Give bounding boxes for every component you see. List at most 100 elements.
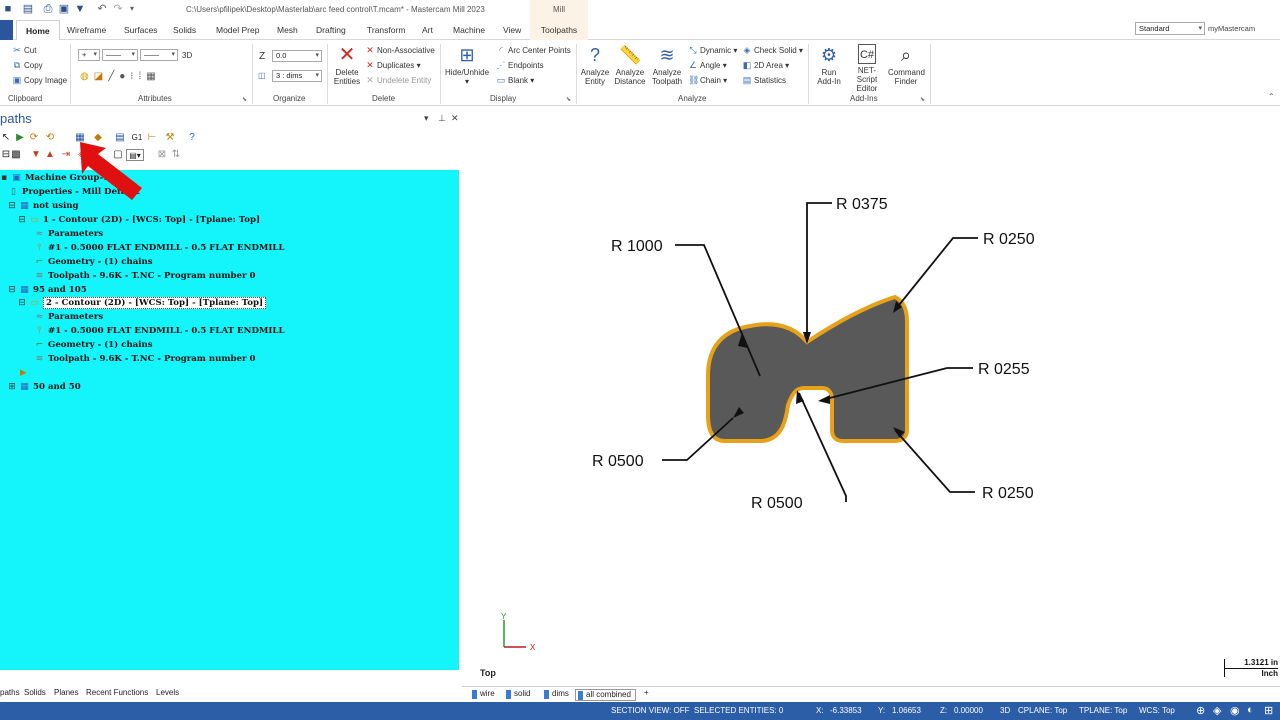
sheet-dims[interactable]: dims (542, 689, 569, 701)
regenerate-icon[interactable]: ⟳ (28, 132, 40, 144)
display-mode-icon[interactable]: ◉ (1230, 704, 1240, 717)
configuration-select[interactable]: Standard (1135, 22, 1205, 35)
tab-surfaces[interactable]: Surfaces (124, 20, 158, 40)
3d-toggle[interactable]: 3D (182, 51, 192, 60)
attributes-dialog-launcher-icon[interactable]: ⬊ (242, 96, 247, 103)
qat-dropdown-icon[interactable]: ▾ (126, 3, 138, 15)
duplicates-button[interactable]: ✕ Duplicates ▾ (365, 60, 420, 71)
tree-node[interactable]: ≋ Toolpath - 9.6K - T.NC - Program number… (34, 353, 256, 365)
2d-area-button[interactable]: ◧ 2D Area ▾ (742, 60, 789, 71)
open-icon[interactable]: ▤ (22, 3, 34, 15)
globe-icon[interactable]: ⊕ (1196, 704, 1205, 717)
insert-marker-icon[interactable]: ▶ (20, 367, 27, 379)
cut-button[interactable]: ✂ Cut (12, 45, 36, 56)
select-dirty-icon[interactable]: ▶ (14, 132, 26, 144)
tree-node[interactable]: ≈ Parameters (34, 311, 104, 323)
fill-icon[interactable]: ◪ (94, 71, 108, 82)
chain-button[interactable]: ⛓Chain ▾ (688, 75, 727, 86)
hide-unhide-button[interactable]: ⊞ Hide/Unhide ▾ (444, 44, 490, 86)
tab-home[interactable]: Home (16, 20, 60, 41)
add-sheet-button[interactable]: + (644, 688, 649, 697)
copy-image-button[interactable]: ▣ Copy Image (12, 75, 67, 86)
tab-recent-functions[interactable]: Recent Functions (86, 688, 148, 697)
toggle-display-icon[interactable]: ▩ (10, 149, 22, 161)
tab-model-prep[interactable]: Model Prep (216, 20, 259, 40)
tree-node[interactable]: ⊟ ▭ 2 - Contour (2D) - [WCS: Top] - [Tplan… (18, 297, 267, 309)
tree-node[interactable]: ⊟ ▭ 1 - Contour (2D) - [WCS: Top] - [Tplan… (18, 214, 260, 226)
tree-node[interactable]: ⫯ #1 - 0.5000 FLAT ENDMILL - 0.5 FLAT END… (34, 325, 285, 337)
wrench-icon[interactable]: ⚒ (164, 132, 176, 144)
sort-icon[interactable]: ⇅ (170, 149, 182, 161)
analyze-distance-button[interactable]: 📏 Analyze Distance (612, 44, 648, 86)
tab-drafting[interactable]: Drafting (316, 20, 346, 40)
select-all-icon[interactable]: ↖ (0, 132, 12, 144)
tree-node[interactable]: ≋ Toolpath - 9.6K - T.NC - Program number… (34, 270, 256, 282)
regenerate-dirty-icon[interactable]: ⟲ (44, 132, 56, 144)
cube-icon[interactable]: ◈ (1213, 704, 1221, 717)
tab-solids-manager[interactable]: Solids (24, 688, 46, 697)
my-mastercam-link[interactable]: myMastercam (1208, 24, 1255, 33)
close-icon[interactable]: ✕ (451, 113, 459, 124)
analyze-entity-button[interactable]: ? Analyze Entity (580, 44, 610, 86)
print-icon[interactable]: ⎙ (42, 3, 54, 15)
collapse-icon[interactable]: ⊟ (18, 297, 26, 309)
blank-button[interactable]: ▭ Blank ▾ (496, 75, 535, 86)
undelete-entity-button[interactable]: ✕ Undelete Entity (365, 75, 431, 86)
mode-3d-toggle[interactable]: 3D (1000, 706, 1010, 715)
tree-node[interactable]: ≈ Parameters (34, 228, 104, 240)
dynamic-button[interactable]: ⤡ Dynamic ▾ (688, 45, 737, 56)
endpoints-button[interactable]: ⋰ Endpoints (496, 60, 544, 71)
non-associative-button[interactable]: ✕ Non-Associative (365, 45, 435, 56)
arc-center-points-button[interactable]: ◜ Arc Center Points (496, 45, 570, 56)
tab-transform[interactable]: Transform (367, 20, 405, 40)
tab-planes-manager[interactable]: Planes (54, 688, 78, 697)
tab-wireframe[interactable]: Wireframe (67, 20, 106, 40)
collapse-icon[interactable]: ⊟ (18, 214, 26, 226)
grid-display-icon[interactable]: ⊞ (1264, 704, 1273, 717)
sheet-all-combined[interactable]: all combined (575, 689, 636, 701)
move-up-icon[interactable]: ▲ (44, 149, 56, 161)
tree-node[interactable]: ⌐ Geometry - (1) chains (34, 256, 153, 268)
wcs-status[interactable]: WCS: Top (1139, 706, 1175, 715)
save-as-icon[interactable]: ▣ (58, 3, 70, 15)
tplane-status[interactable]: TPLANE: Top (1079, 706, 1127, 715)
file-tab[interactable] (0, 20, 13, 40)
tab-view[interactable]: View (503, 20, 521, 40)
collapse-icon[interactable]: ⊟ (8, 284, 16, 296)
analyze-toolpath-button[interactable]: ≋ Analyze Toolpath (650, 44, 684, 86)
color-icon[interactable]: ◍ (80, 71, 94, 82)
collapse-icon[interactable]: ⊟ (8, 200, 16, 212)
insert-arrow-icon[interactable]: ⇥ (60, 149, 72, 161)
command-finder-button[interactable]: ⌕ Command Finder (888, 44, 925, 86)
statistics-button[interactable]: ▤ Statistics (742, 75, 786, 86)
help-icon[interactable]: ? (186, 132, 198, 144)
line-style-select[interactable]: —— (102, 49, 138, 61)
section-view-status[interactable]: SECTION VIEW: OFF (611, 706, 690, 715)
set-all-icon[interactable]: ▦ (146, 71, 160, 82)
sphere-icon[interactable]: ● (119, 71, 130, 82)
panel-menu-icon[interactable]: ▾ (424, 113, 429, 124)
tab-art[interactable]: Art (422, 20, 433, 40)
delete-entities-button[interactable]: ✕ Delete Entities (332, 44, 362, 86)
sheet-wire[interactable]: wire (470, 689, 495, 701)
z-depth-input[interactable]: 0.0 (272, 50, 322, 62)
run-addin-button[interactable]: ⚙ Run Add-In (812, 44, 846, 86)
tab-mesh[interactable]: Mesh (277, 20, 298, 40)
addins-dialog-launcher-icon[interactable]: ⬊ (920, 96, 925, 103)
line-color-icon[interactable]: ╱ (108, 71, 119, 82)
tab-solids[interactable]: Solids (173, 20, 196, 40)
redo-icon[interactable]: ↷ (112, 3, 124, 15)
tab-levels-manager[interactable]: Levels (156, 688, 179, 697)
undo-icon[interactable]: ↶ (96, 3, 108, 15)
angle-button[interactable]: ∠ Angle ▾ (688, 60, 727, 71)
bookmark-icon[interactable]: ▼ (74, 3, 86, 15)
collapse-icon[interactable]: ▪ (0, 172, 8, 184)
cplane-status[interactable]: CPLANE: Top (1018, 706, 1067, 715)
expand-icon[interactable]: ⊞ (8, 381, 16, 393)
check-solid-button[interactable]: ◈ Check Solid ▾ (742, 45, 803, 56)
move-down-icon[interactable]: ▼ (30, 149, 42, 161)
tree-node[interactable]: ⊟ ▦ 95 and 105 (8, 284, 87, 296)
tab-toolpaths[interactable]: Toolpaths (530, 20, 588, 40)
save-icon[interactable]: ■ (2, 3, 14, 15)
tree-node[interactable]: ⊟ ▦ not using (8, 200, 78, 212)
